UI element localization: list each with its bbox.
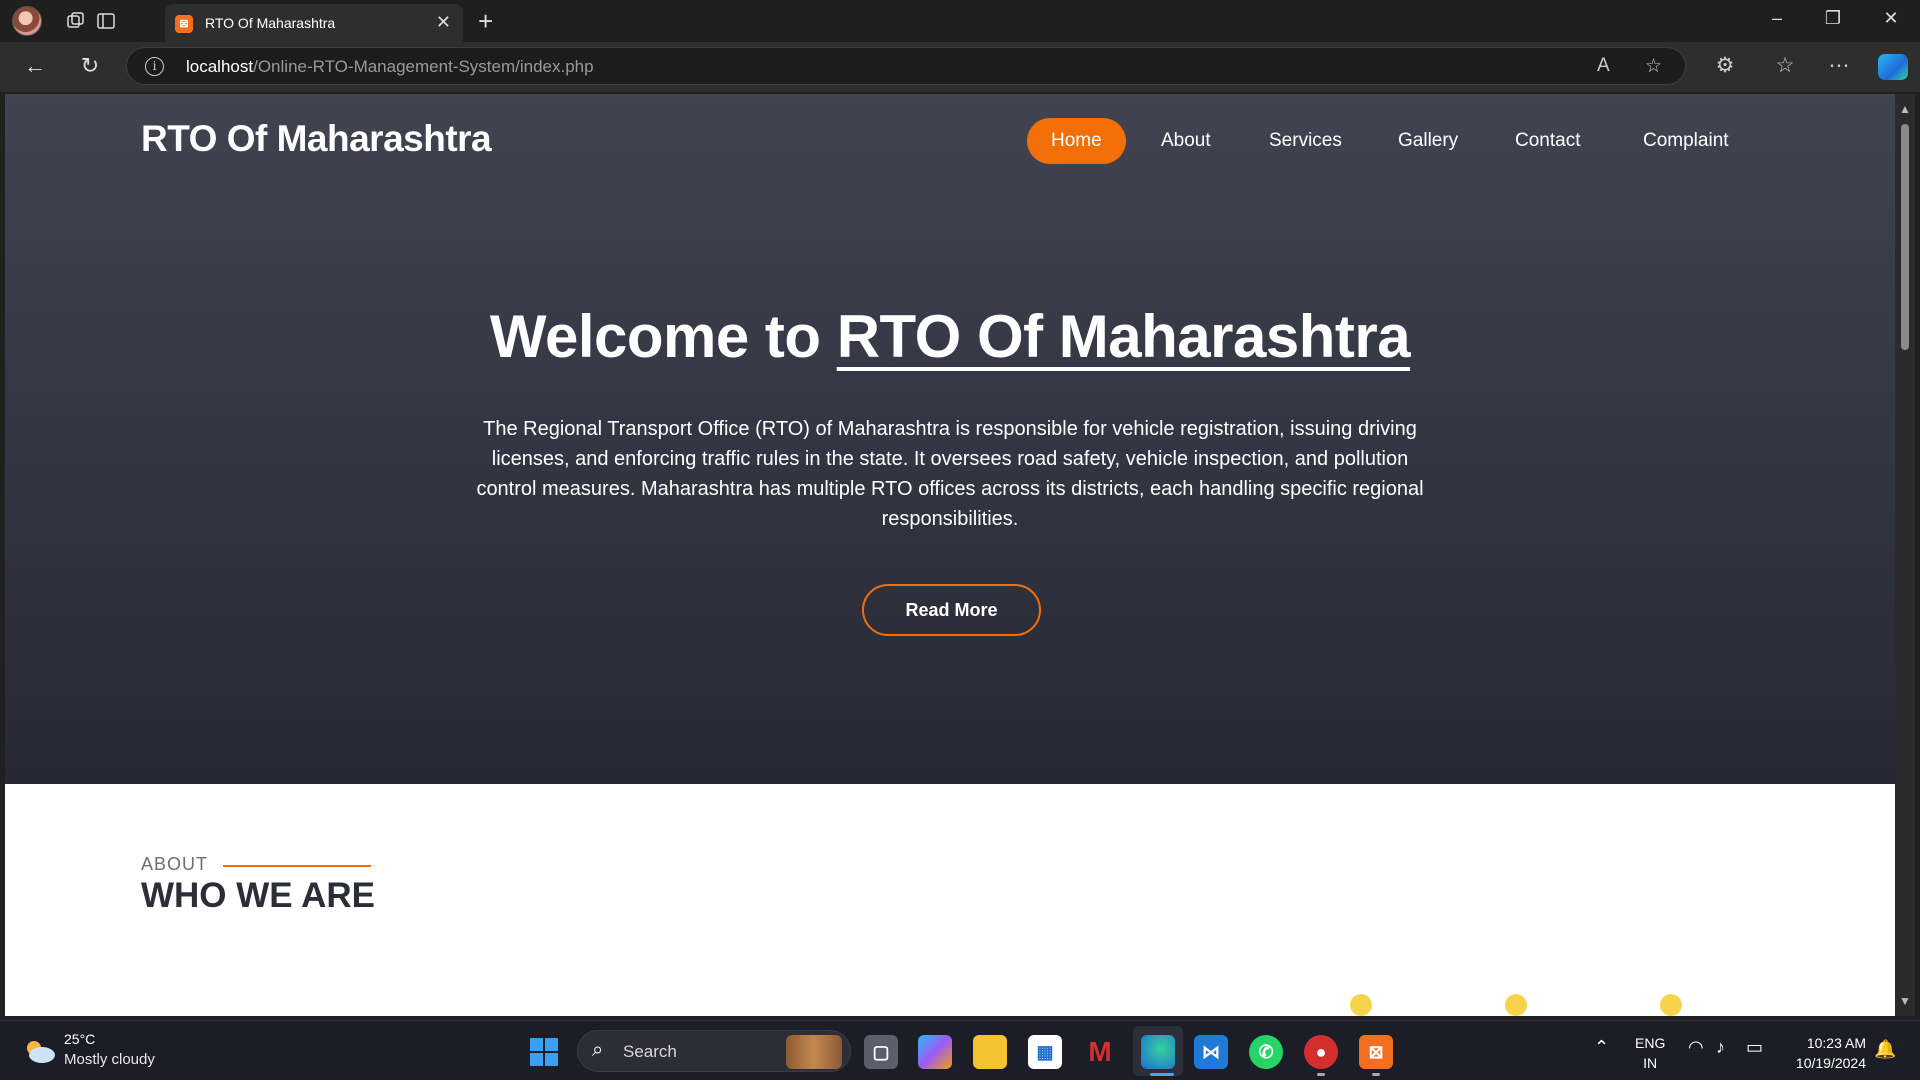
favorite-star-icon[interactable]: ☆ bbox=[1645, 55, 1662, 78]
edge-browser-icon[interactable] bbox=[1141, 1035, 1175, 1069]
site-logo-text[interactable]: RTO Of Maharashtra bbox=[141, 118, 492, 160]
windows-start-icon[interactable] bbox=[530, 1038, 558, 1066]
scrollbar-thumb[interactable] bbox=[1901, 124, 1909, 350]
refresh-icon[interactable]: ↻ bbox=[75, 53, 105, 79]
nav-complaint[interactable]: Complaint bbox=[1643, 118, 1729, 164]
nav-about[interactable]: About bbox=[1161, 118, 1211, 164]
system-clock[interactable]: 10:23 AM 10/19/2024 bbox=[1786, 1033, 1866, 1073]
about-section: ABOUT WHO WE ARE bbox=[5, 784, 1895, 1016]
tab-title: RTO Of Maharashtra bbox=[205, 15, 336, 31]
notification-bell-icon[interactable]: 🔔 bbox=[1874, 1039, 1896, 1060]
browser-titlebar: ⊠ RTO Of Maharashtra ✕ + – ❐ ✕ bbox=[0, 0, 1920, 42]
nav-services[interactable]: Services bbox=[1269, 118, 1342, 164]
close-window-icon[interactable]: ✕ bbox=[1876, 8, 1906, 29]
decorative-sun-icon bbox=[1350, 994, 1372, 1016]
xampp-running-indicator bbox=[1372, 1073, 1380, 1076]
volume-icon[interactable]: ♪ bbox=[1716, 1037, 1725, 1058]
scroll-down-icon[interactable]: ▼ bbox=[1899, 994, 1911, 1008]
site-info-icon[interactable]: i bbox=[145, 57, 164, 76]
workspaces-icon[interactable] bbox=[62, 7, 90, 35]
close-tab-icon[interactable]: ✕ bbox=[436, 12, 451, 33]
search-icon: ⌕ bbox=[592, 1039, 604, 1061]
hero-title: Welcome to RTO Of Maharashtra bbox=[489, 303, 1411, 370]
battery-icon[interactable]: ▭ bbox=[1746, 1037, 1763, 1058]
hero-description: The Regional Transport Office (RTO) of M… bbox=[476, 418, 1424, 530]
copilot-app-icon[interactable] bbox=[918, 1035, 952, 1069]
weather-description[interactable]: Mostly cloudy bbox=[64, 1051, 155, 1068]
hero-title-highlight: RTO Of Maharashtra bbox=[836, 303, 1411, 370]
xampp-favicon-icon: ⊠ bbox=[175, 15, 193, 33]
vscode-icon[interactable]: ⋈ bbox=[1194, 1035, 1228, 1069]
screen-recorder-icon[interactable]: ● bbox=[1304, 1035, 1338, 1069]
profile-avatar[interactable] bbox=[12, 6, 42, 36]
page-viewport: RTO Of Maharashtra Home About Services G… bbox=[5, 94, 1895, 1016]
new-tab-icon[interactable]: + bbox=[478, 6, 493, 37]
language-indicator[interactable]: ENG IN bbox=[1635, 1033, 1665, 1073]
wifi-icon[interactable]: ◠ bbox=[1688, 1037, 1704, 1058]
mcafee-icon[interactable]: M bbox=[1083, 1035, 1117, 1069]
decorative-sun-icon bbox=[1660, 994, 1682, 1016]
windows-taskbar: 25°C Mostly cloudy ⌕ Search ▢ ▦ M ⋈ ✆ ● … bbox=[0, 1020, 1920, 1080]
task-view-icon[interactable]: ▢ bbox=[864, 1035, 898, 1069]
read-aloud-icon[interactable]: A bbox=[1597, 55, 1610, 77]
about-title: WHO WE ARE bbox=[141, 876, 375, 915]
nav-contact[interactable]: Contact bbox=[1515, 118, 1580, 164]
nav-gallery[interactable]: Gallery bbox=[1398, 118, 1458, 164]
weather-temperature[interactable]: 25°C bbox=[64, 1031, 95, 1047]
url-text[interactable]: localhost/Online-RTO-Management-System/i… bbox=[186, 57, 594, 77]
whatsapp-icon[interactable]: ✆ bbox=[1249, 1035, 1283, 1069]
minimize-icon[interactable]: – bbox=[1762, 8, 1792, 29]
page-scrollbar[interactable]: ▲ ▼ bbox=[1895, 94, 1915, 1016]
favorites-icon[interactable]: ☆ bbox=[1770, 53, 1800, 78]
about-divider bbox=[223, 865, 371, 867]
decorative-sun-icon bbox=[1505, 994, 1527, 1016]
search-label: Search bbox=[623, 1042, 677, 1061]
address-bar[interactable]: i localhost/Online-RTO-Management-System… bbox=[126, 47, 1686, 85]
vertical-tabs-icon[interactable] bbox=[92, 7, 120, 35]
search-highlight-image bbox=[786, 1035, 842, 1069]
recorder-running-indicator bbox=[1317, 1073, 1325, 1076]
weather-cloudy-icon[interactable] bbox=[22, 1038, 56, 1064]
copilot-icon[interactable] bbox=[1878, 54, 1908, 80]
extensions-icon[interactable]: ⚙ bbox=[1710, 53, 1740, 78]
nav-home[interactable]: Home bbox=[1027, 118, 1126, 164]
restore-icon[interactable]: ❐ bbox=[1818, 8, 1848, 29]
browser-tab[interactable]: ⊠ RTO Of Maharashtra ✕ bbox=[165, 4, 463, 42]
hero-section: RTO Of Maharashtra Home About Services G… bbox=[5, 94, 1895, 784]
xampp-icon[interactable]: ⊠ bbox=[1359, 1035, 1393, 1069]
read-more-button[interactable]: Read More bbox=[862, 584, 1041, 636]
taskbar-search[interactable]: ⌕ Search bbox=[577, 1030, 851, 1072]
address-toolbar: ← ↻ i localhost/Online-RTO-Management-Sy… bbox=[0, 42, 1920, 92]
edge-running-indicator bbox=[1150, 1073, 1174, 1076]
show-hidden-icons-icon[interactable]: ⌃ bbox=[1594, 1037, 1609, 1058]
microsoft-store-icon[interactable]: ▦ bbox=[1028, 1035, 1062, 1069]
scroll-up-icon[interactable]: ▲ bbox=[1899, 102, 1911, 116]
file-explorer-icon[interactable] bbox=[973, 1035, 1007, 1069]
back-icon[interactable]: ← bbox=[20, 53, 50, 79]
about-kicker: ABOUT bbox=[141, 854, 209, 874]
more-menu-icon[interactable]: ⋯ bbox=[1824, 53, 1854, 78]
